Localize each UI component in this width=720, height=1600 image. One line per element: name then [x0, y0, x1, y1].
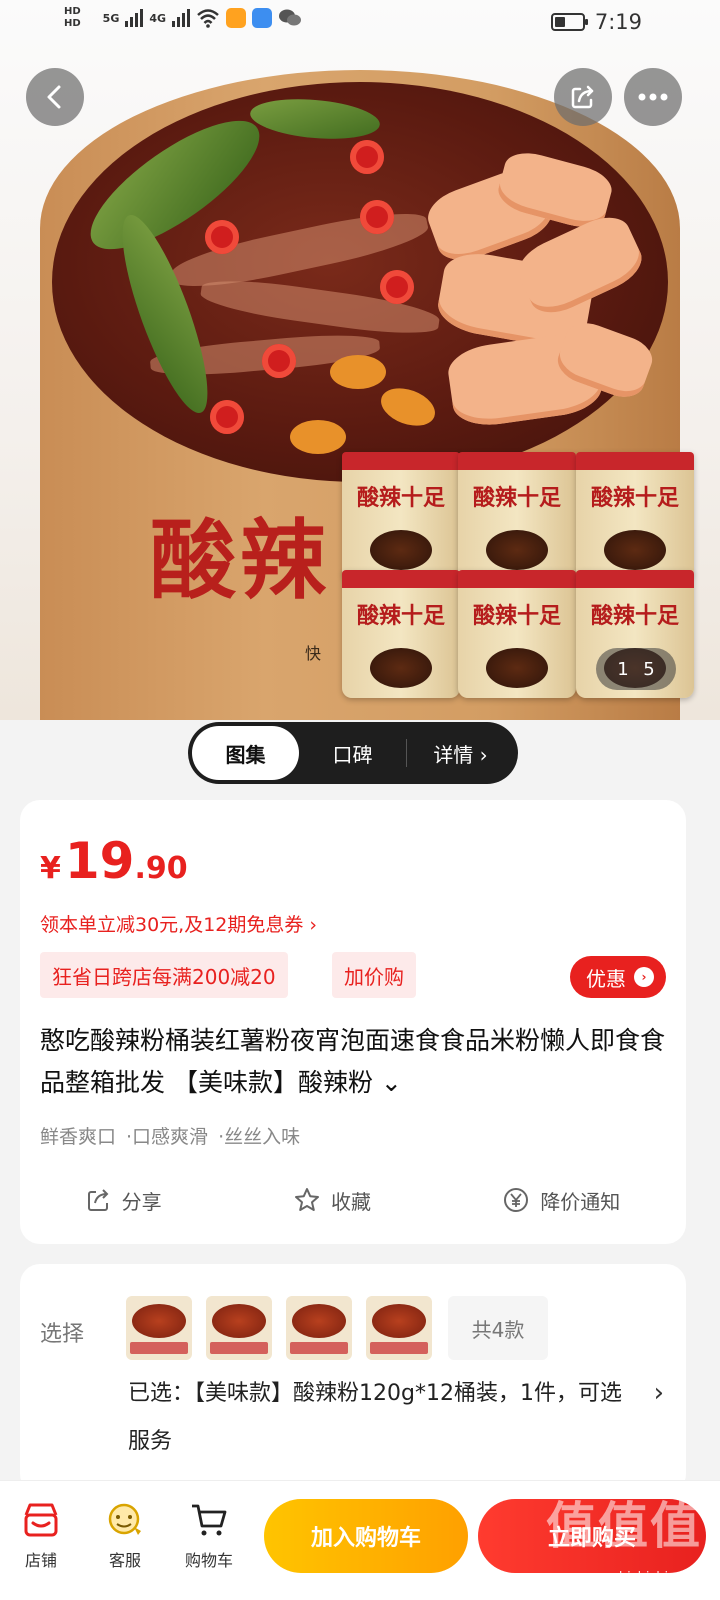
- feature-list: 鲜香爽口 ·口感爽滑 ·丝丝入味: [40, 1122, 300, 1149]
- image-counter-total: 5: [643, 658, 655, 680]
- cart-icon: [192, 1504, 227, 1536]
- promo-tag-discount[interactable]: 狂省日跨店每满200减20: [40, 952, 288, 998]
- star-icon: [294, 1188, 319, 1211]
- action-row: 分享 收藏 降价通知: [20, 1180, 686, 1220]
- product-cup: 酸辣十足: [458, 452, 576, 580]
- site-watermark-url: zhizhizhi.com: [612, 1570, 700, 1585]
- coupon-label: 优惠: [586, 966, 626, 991]
- coupon-promo-link[interactable]: 领本单立减30元,及12期免息券 ›: [40, 910, 317, 937]
- peanut: [290, 420, 346, 454]
- image-counter-current: 1: [617, 658, 629, 680]
- share-label: 分享: [121, 1189, 162, 1214]
- chili-slice: [210, 400, 244, 434]
- network-5g-label: 5G: [102, 11, 120, 25]
- message-app-icon: [252, 8, 273, 28]
- sku-selection-card[interactable]: 选择 共4款 已选：【美味款】酸辣粉120g*12桶装，1件，可选服务 ›: [20, 1264, 686, 1494]
- sku-thumbnail[interactable]: [366, 1296, 432, 1360]
- cup-label: 酸辣十足: [590, 485, 679, 511]
- cart-button[interactable]: 购物车: [174, 1501, 244, 1571]
- back-button[interactable]: [26, 68, 84, 126]
- share-icon: [87, 1189, 109, 1211]
- favorite-label: 收藏: [330, 1189, 371, 1214]
- price: ¥ 19 .90: [40, 832, 188, 890]
- chevron-left-icon: [47, 85, 61, 109]
- product-cup: 酸辣十足: [458, 570, 576, 698]
- chevron-right-icon: ›: [653, 1378, 664, 1408]
- bowl-brand-text: 酸辣: [150, 510, 330, 611]
- price-currency: ¥: [40, 851, 61, 886]
- chili-slice: [380, 270, 414, 304]
- selection-label: 选择: [40, 1322, 85, 1347]
- hd1-label: HD: [64, 6, 81, 17]
- more-dots-icon: [638, 93, 668, 101]
- share-button[interactable]: [554, 68, 612, 126]
- chili-slice: [262, 344, 296, 378]
- wechat-icon: [279, 9, 302, 26]
- price-decimal: .90: [134, 851, 188, 886]
- product-cup: 酸辣十足: [342, 570, 460, 698]
- customer-service-button[interactable]: 客服: [90, 1501, 160, 1571]
- cup-label: 酸辣十足: [472, 485, 561, 511]
- product-info-card: ¥ 19 .90 领本单立减30元,及12期免息券 › 狂省日跨店每满200减2…: [20, 800, 686, 1244]
- cup-label: 酸辣十足: [472, 603, 561, 629]
- tab-gallery[interactable]: 图集: [192, 726, 299, 780]
- add-to-cart-button[interactable]: 加入购物车: [264, 1499, 468, 1573]
- selected-sku-text: 已选：【美味款】酸辣粉120g*12桶装，1件，可选服务: [128, 1381, 622, 1454]
- customer-service-icon: [108, 1503, 141, 1535]
- sku-thumbnail[interactable]: [126, 1296, 192, 1360]
- product-title[interactable]: 憨吃酸辣粉桶装红薯粉夜宵泡面速食食品米粉懒人即食食品整箱批发 【美味款】酸辣粉 …: [40, 1020, 670, 1104]
- cup-label: 酸辣十足: [356, 485, 445, 511]
- bowl-sub-text: 快: [305, 644, 330, 663]
- chili-slice: [360, 200, 394, 234]
- image-counter: 1 5: [596, 648, 676, 690]
- hd2-label: HD: [64, 18, 81, 29]
- feature-item: ·口感爽滑: [126, 1126, 209, 1148]
- chevron-right-icon: ›: [634, 967, 654, 987]
- battery-icon: [550, 13, 588, 31]
- sku-thumbnail[interactable]: [206, 1296, 272, 1360]
- site-watermark: 值值值: [546, 1496, 702, 1555]
- peanut: [330, 355, 386, 389]
- share-action[interactable]: 分享: [86, 1180, 162, 1220]
- status-time: 7:19: [594, 10, 642, 34]
- gallery-tab-switcher: 图集 口碑 详情 ›: [188, 722, 518, 784]
- feature-item: 鲜香爽口: [40, 1126, 117, 1148]
- coupon-button[interactable]: 优惠 ›: [570, 956, 666, 998]
- price-integer: 19: [64, 832, 135, 890]
- chili-slice: [205, 220, 239, 254]
- product-image-carousel[interactable]: 酸辣 快 酸辣十足 酸辣十足 酸辣十足 酸辣十足 酸辣十足 酸辣十足 1 5: [0, 0, 720, 720]
- feature-item: ·丝丝入味: [218, 1126, 301, 1148]
- cup-label: 酸辣十足: [356, 603, 445, 629]
- promo-tag-addon[interactable]: 加价购: [332, 952, 416, 998]
- price-alert-action[interactable]: 降价通知: [502, 1180, 620, 1220]
- store-label: 店铺: [24, 1551, 57, 1570]
- signal-icon: [125, 9, 144, 27]
- product-cup: 酸辣十足: [576, 452, 694, 580]
- store-icon: [24, 1503, 58, 1537]
- tab-details[interactable]: 详情 ›: [407, 726, 514, 780]
- price-alert-label: 降价通知: [540, 1189, 621, 1214]
- store-button[interactable]: 店铺: [6, 1501, 76, 1571]
- cup-label: 酸辣十足: [590, 603, 679, 629]
- favorite-action[interactable]: 收藏: [293, 1180, 371, 1220]
- share-icon: [571, 85, 594, 109]
- sku-count-chip[interactable]: 共4款: [448, 1296, 548, 1360]
- wifi-icon: [197, 9, 219, 28]
- tab-reviews[interactable]: 口碑: [299, 726, 406, 780]
- network-4g-label: 4G: [149, 11, 167, 25]
- more-button[interactable]: [624, 68, 682, 126]
- product-cup: 酸辣十足: [342, 452, 460, 580]
- customer-service-label: 客服: [108, 1551, 141, 1570]
- status-bar: HD HD 5G 4G 7:19: [0, 0, 720, 48]
- hd-indicator: HD HD: [64, 6, 81, 30]
- cart-label: 购物车: [184, 1551, 233, 1570]
- sku-thumbnail[interactable]: [286, 1296, 352, 1360]
- chili-slice: [350, 140, 384, 174]
- signal-icon: [172, 9, 191, 27]
- video-app-icon: [226, 8, 247, 28]
- yen-circle-icon: [504, 1188, 529, 1212]
